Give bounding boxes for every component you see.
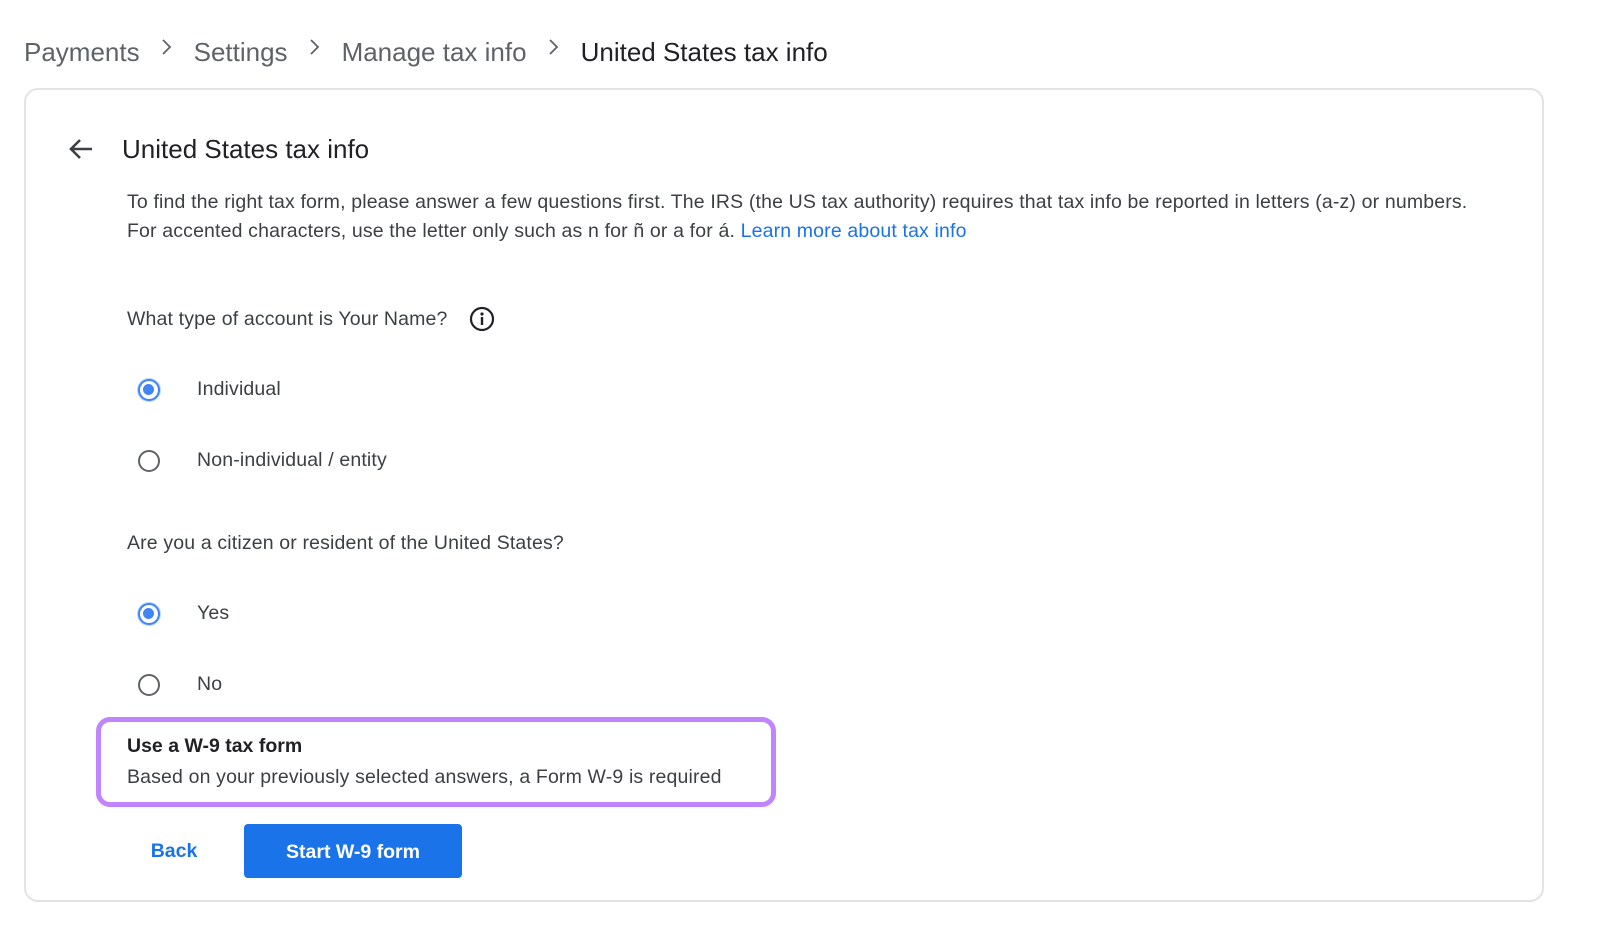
breadcrumb-manage-tax-info[interactable]: Manage tax info: [342, 37, 527, 68]
learn-more-link[interactable]: Learn more about tax info: [741, 220, 967, 242]
radio-button-unchecked[interactable]: [138, 449, 160, 472]
radio-label: Individual: [197, 378, 281, 400]
chevron-right-icon: [288, 38, 342, 62]
radio-option-non-individual[interactable]: Non-individual / entity: [138, 449, 387, 472]
question-us-resident: Are you a citizen or resident of the Uni…: [127, 529, 564, 557]
breadcrumb-settings[interactable]: Settings: [194, 37, 288, 68]
back-button[interactable]: Back: [126, 824, 222, 876]
radio-label: Yes: [197, 602, 230, 624]
tax-info-card: United States tax info To find the right…: [24, 88, 1544, 902]
chevron-right-icon: [140, 38, 194, 62]
info-icon[interactable]: [468, 305, 496, 333]
question-label: Are you a citizen or resident of the Uni…: [127, 532, 564, 554]
radio-label: Non-individual / entity: [197, 449, 387, 471]
question-label: What type of account is Your Name?: [127, 308, 448, 330]
intro-text: To find the right tax form, please answe…: [127, 188, 1497, 246]
start-w9-form-button[interactable]: Start W-9 form: [244, 824, 462, 878]
radio-option-yes[interactable]: Yes: [138, 602, 229, 625]
radio-option-individual[interactable]: Individual: [138, 378, 281, 401]
radio-button-checked[interactable]: [138, 602, 160, 625]
radio-button-unchecked[interactable]: [138, 673, 160, 696]
breadcrumb: Payments Settings Manage tax info United…: [24, 34, 828, 70]
radio-label: No: [197, 673, 223, 695]
w9-notice-box: Use a W-9 tax form Based on your previou…: [96, 717, 776, 807]
arrow-back-icon[interactable]: [66, 134, 96, 164]
breadcrumb-current: United States tax info: [580, 36, 828, 67]
breadcrumb-payments[interactable]: Payments: [24, 37, 140, 68]
notice-body: Based on your previously selected answer…: [127, 766, 722, 788]
page-title: United States tax info: [122, 134, 370, 164]
radio-button-checked[interactable]: [138, 378, 160, 401]
radio-option-no[interactable]: No: [138, 673, 222, 696]
question-account-type: What type of account is Your Name?: [127, 305, 496, 333]
notice-title: Use a W-9 tax form: [127, 735, 303, 757]
chevron-right-icon: [527, 38, 581, 62]
